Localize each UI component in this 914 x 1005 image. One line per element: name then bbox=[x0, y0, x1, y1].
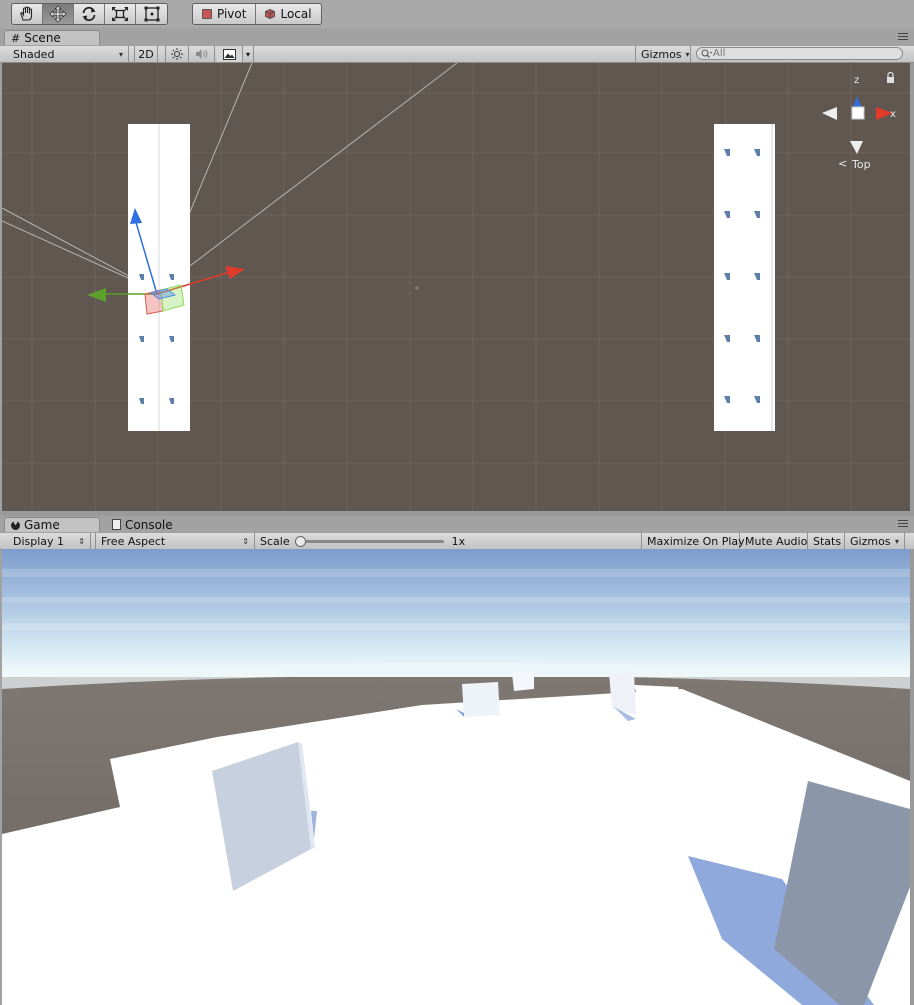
rect-tool-button[interactable] bbox=[136, 4, 167, 24]
move-tool-button[interactable] bbox=[43, 4, 74, 24]
orientation-label[interactable]: Top bbox=[851, 158, 871, 171]
stats-label: Stats bbox=[813, 534, 842, 548]
transform-tools bbox=[11, 3, 168, 25]
scene-viewport[interactable]: z x < Top bbox=[2, 63, 910, 511]
lock-icon[interactable] bbox=[887, 71, 894, 84]
maximize-on-play-button[interactable]: Maximize On Play bbox=[641, 533, 745, 549]
game-viewport[interactable] bbox=[2, 549, 910, 1005]
scene-scrollbar[interactable] bbox=[910, 63, 914, 511]
scene-gizmos-dropdown[interactable]: Gizmos bbox=[635, 46, 691, 62]
hand-tool-button[interactable] bbox=[12, 4, 43, 24]
game-gizmos-label: Gizmos bbox=[850, 534, 891, 548]
2d-toggle-button[interactable]: 2D bbox=[134, 46, 158, 62]
scene-gizmos-label: Gizmos bbox=[641, 47, 682, 61]
scene-tab-label: Scene bbox=[24, 31, 61, 45]
game-scrollbar[interactable] bbox=[910, 549, 914, 1005]
hand-tool-icon bbox=[20, 6, 33, 21]
shading-mode-dropdown[interactable]: Shaded bbox=[8, 46, 129, 62]
scene-tab-bar: # Scene bbox=[0, 29, 914, 45]
display-value: Display 1 bbox=[13, 534, 65, 548]
game-tab-label: Game bbox=[24, 518, 60, 532]
game-tab-bar: Game Console bbox=[0, 516, 914, 532]
mute-label: Mute Audio bbox=[745, 534, 808, 548]
local-label: Local bbox=[280, 7, 312, 21]
scene-search-box[interactable] bbox=[696, 47, 903, 60]
shading-mode-value: Shaded bbox=[13, 47, 55, 61]
tab-game[interactable]: Game bbox=[4, 517, 100, 532]
mute-audio-button[interactable]: Mute Audio bbox=[740, 533, 808, 549]
scene-origin-dot bbox=[415, 286, 419, 290]
rotate-tool-icon bbox=[82, 6, 96, 22]
pivot-button[interactable]: Pivot bbox=[193, 4, 257, 24]
tab-console[interactable]: Console bbox=[106, 517, 186, 532]
pivot-toggles: Pivot Local bbox=[192, 3, 322, 25]
rect-tool-icon bbox=[144, 6, 159, 22]
main-toolbar: Pivot Local bbox=[0, 0, 914, 28]
display-dropdown[interactable]: Display 1 bbox=[8, 533, 91, 549]
game-gizmos-dropdown[interactable]: Gizmos bbox=[845, 533, 905, 549]
maximize-label: Maximize On Play bbox=[647, 534, 745, 548]
y-axis-handle[interactable] bbox=[87, 288, 106, 302]
scene-grid-icon: # bbox=[11, 31, 21, 45]
image-icon bbox=[223, 48, 236, 60]
pacman-icon bbox=[9, 518, 22, 532]
x-axis-label: x bbox=[890, 109, 896, 120]
scale-label: Scale bbox=[260, 534, 290, 548]
game-menu-icon[interactable] bbox=[898, 520, 908, 529]
audio-toggle-button[interactable] bbox=[189, 46, 215, 62]
chevron-down-icon: ▾ bbox=[245, 49, 250, 59]
scene-menu-icon[interactable] bbox=[898, 33, 908, 42]
scale-tool-icon bbox=[112, 7, 128, 21]
scale-slider-thumb[interactable] bbox=[294, 535, 306, 547]
camera-frustum-lines bbox=[2, 63, 458, 292]
scale-slider-track[interactable] bbox=[294, 535, 444, 547]
pivot-label: Pivot bbox=[217, 7, 247, 21]
speaker-icon bbox=[196, 49, 208, 59]
scene-search-input[interactable] bbox=[713, 48, 893, 59]
game-control-bar: Display 1 Free Aspect Scale 1x Maximize … bbox=[0, 533, 914, 550]
local-cube-icon bbox=[265, 9, 276, 19]
right-platform[interactable] bbox=[714, 124, 775, 431]
pivot-icon bbox=[202, 9, 212, 19]
orientation-arrow-icon: < bbox=[838, 157, 847, 170]
scale-value: 1x bbox=[451, 534, 466, 548]
console-icon bbox=[112, 519, 121, 530]
2d-label: 2D bbox=[138, 47, 154, 61]
scale-tool-button[interactable] bbox=[105, 4, 136, 24]
console-tab-label: Console bbox=[125, 517, 173, 532]
scene-control-bar: Shaded 2D ▾ Gizmos bbox=[0, 46, 914, 63]
z-axis-label: z bbox=[854, 75, 859, 86]
game-render bbox=[2, 549, 910, 1005]
stats-button[interactable]: Stats bbox=[808, 533, 845, 549]
local-button[interactable]: Local bbox=[256, 4, 320, 24]
aspect-dropdown[interactable]: Free Aspect bbox=[95, 533, 255, 549]
sun-icon bbox=[171, 48, 183, 60]
aspect-value: Free Aspect bbox=[101, 534, 166, 548]
tab-scene[interactable]: # Scene bbox=[4, 30, 100, 45]
effects-dropdown-button[interactable]: ▾ bbox=[243, 46, 254, 62]
rotate-tool-button[interactable] bbox=[74, 4, 105, 24]
scale-control: Scale 1x bbox=[255, 533, 641, 549]
search-icon bbox=[701, 49, 713, 58]
effects-toggle-button[interactable] bbox=[217, 46, 243, 62]
scene-canvas: z x < Top bbox=[2, 63, 910, 511]
lighting-toggle-button[interactable] bbox=[165, 46, 189, 62]
move-tool-icon bbox=[49, 5, 67, 23]
orientation-gizmo[interactable]: z x bbox=[822, 75, 896, 154]
